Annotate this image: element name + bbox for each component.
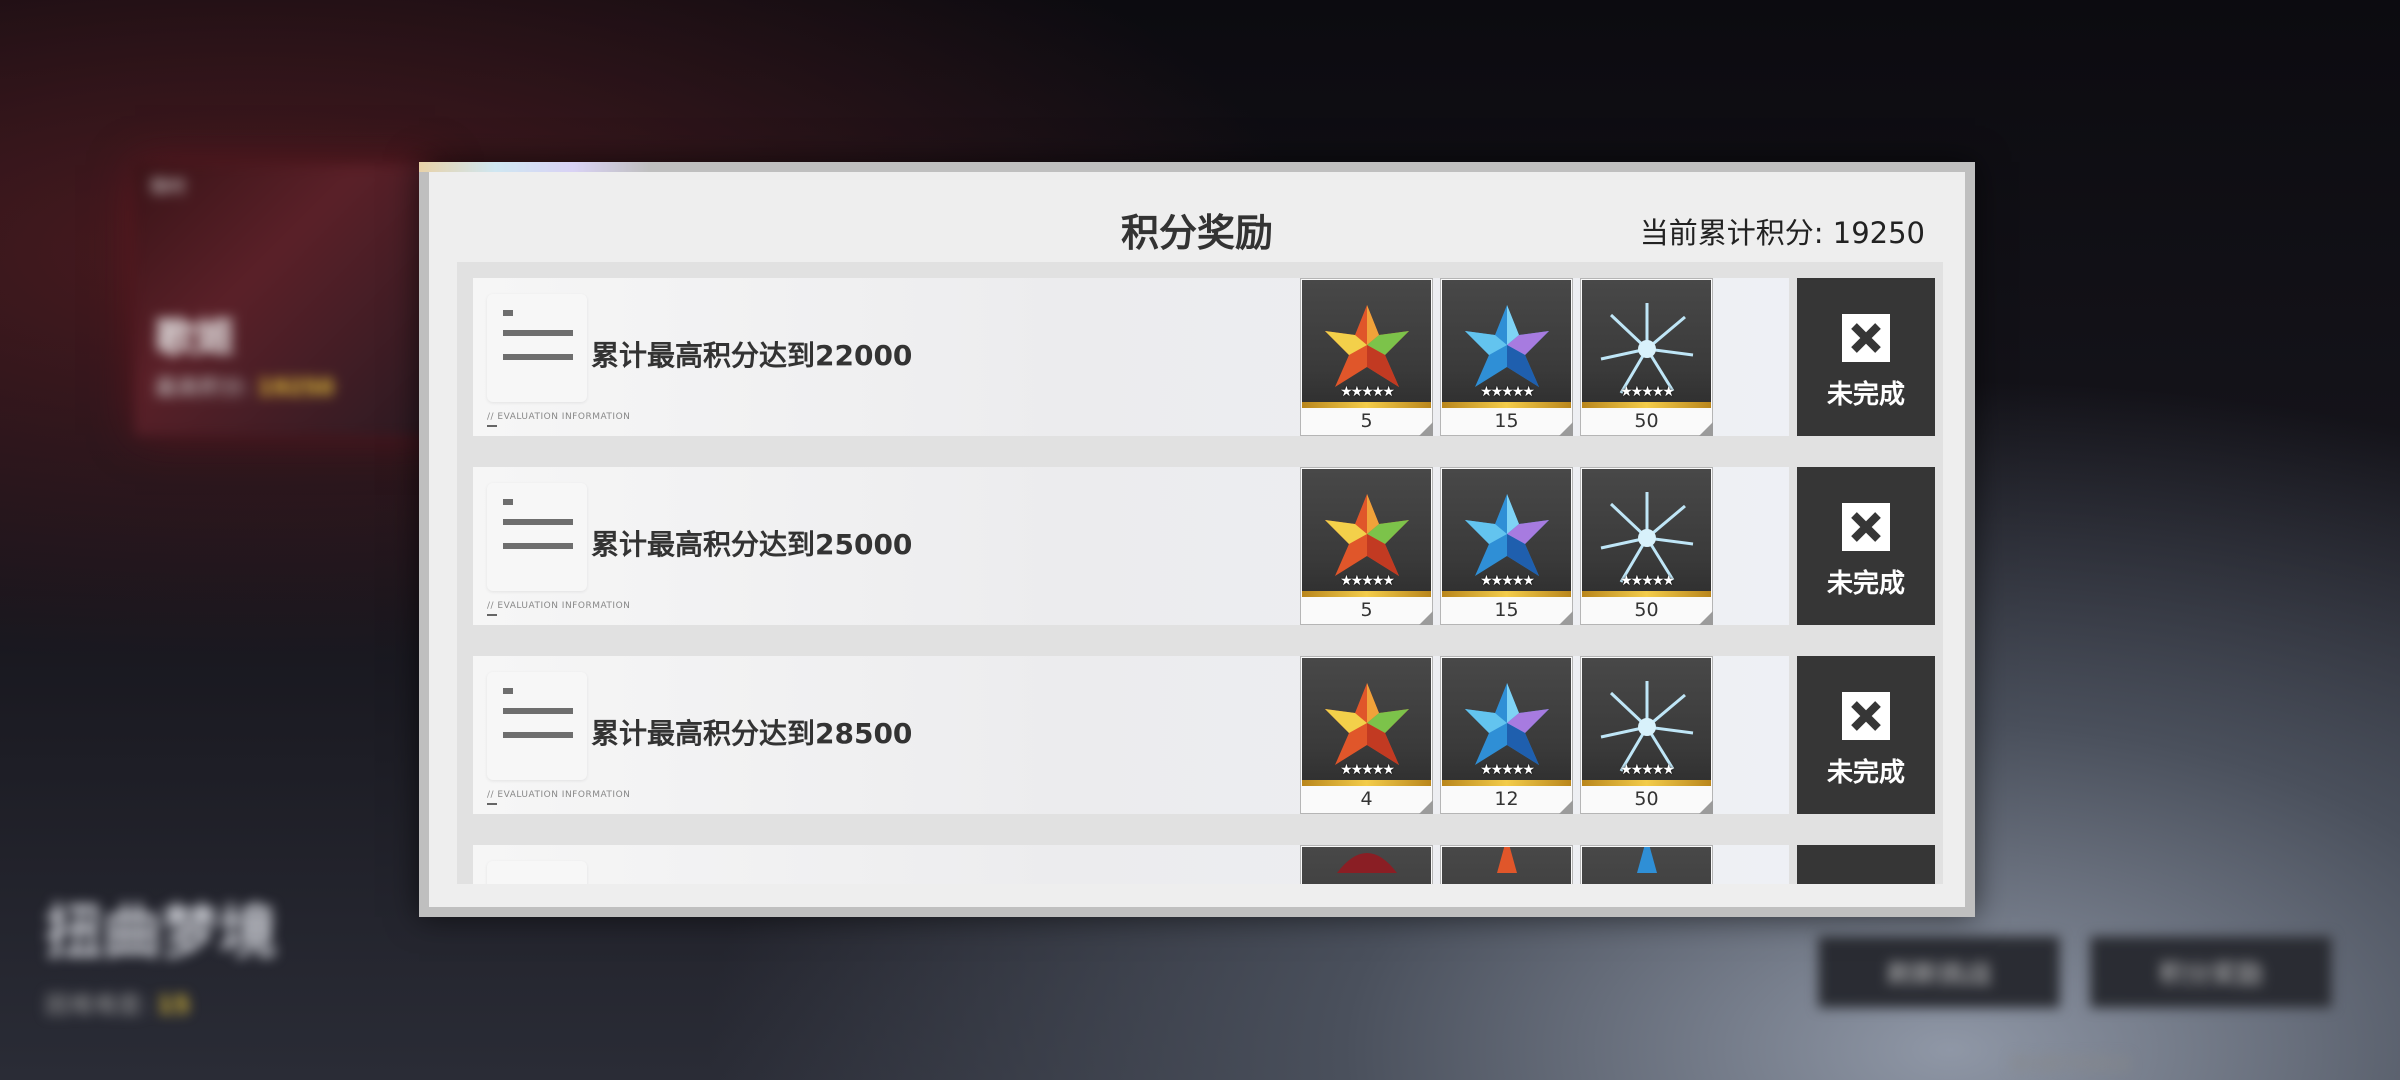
reward-count: 15 [1494, 410, 1519, 432]
background-refresh-button: 刷新挑战 [1818, 936, 2060, 1008]
status-incomplete-button[interactable] [1797, 845, 1935, 884]
document-icon [487, 294, 587, 402]
reward-art: ★★★★★ [1302, 469, 1431, 597]
status-incomplete-button[interactable]: 未完成 [1797, 467, 1935, 625]
reward-row: // EVALUATION INFORMATION 累计最高积分达到22000 [473, 278, 1935, 436]
star-rating: ★★★★★ [1480, 384, 1535, 400]
background-note: 按A键开始挑战 [2010, 1054, 2131, 1075]
star-rating: ★★★★★ [1340, 762, 1395, 778]
close-icon [1842, 503, 1890, 551]
reward-item[interactable] [1580, 845, 1713, 884]
dialog-corner-glow [419, 162, 649, 172]
red-item-icon [1336, 852, 1397, 873]
reward-row-card: // EVALUATION INFORMATION 累计最高积分达到28500 [473, 656, 1789, 814]
evaluation-info-label: // EVALUATION INFORMATION [487, 412, 631, 427]
star-rating: ★★★★★ [1340, 573, 1395, 589]
evaluation-info-label: // EVALUATION INFORMATION [487, 601, 631, 616]
reward-item[interactable]: ★★★★★ 15 [1440, 467, 1573, 625]
reward-count: 12 [1494, 788, 1519, 810]
reward-art: ★★★★★ [1442, 280, 1571, 408]
background-card-score: 最高积分: 19250 [155, 370, 334, 402]
background-card-name: 歌姬 [155, 315, 235, 361]
reward-item[interactable]: ★★★★★ 12 [1440, 656, 1573, 814]
reward-item[interactable] [1300, 845, 1433, 884]
status-incomplete-button[interactable]: 未完成 [1797, 278, 1935, 436]
dialog-body: 积分奖励 当前累计积分: 19250 // EVALUATION INFORMA… [429, 172, 1965, 907]
reward-art: ★★★★★ [1442, 658, 1571, 786]
status-label: 未完成 [1826, 758, 1905, 788]
rainbow-crystal-icon [1324, 683, 1409, 766]
document-icon [487, 861, 587, 884]
reward-item[interactable]: ★★★★★ 50 [1580, 278, 1713, 436]
blue-crystal-icon [1636, 847, 1657, 873]
status-label: 未完成 [1826, 569, 1905, 599]
reward-condition-text: 累计最高积分达到22000 [591, 339, 913, 372]
background-stage-title: 扭曲梦境 [45, 898, 278, 966]
background-card-tag: 限时 [150, 177, 186, 198]
reward-count: 15 [1494, 599, 1519, 621]
document-icon [487, 483, 587, 591]
close-icon [1842, 314, 1890, 362]
score-reward-dialog: 积分奖励 当前累计积分: 19250 // EVALUATION INFORMA… [419, 162, 1975, 917]
rainbow-crystal-icon [1324, 494, 1409, 577]
reward-row [473, 845, 1935, 884]
reward-art [1582, 847, 1711, 884]
reward-item[interactable]: ★★★★★ 5 [1300, 467, 1433, 625]
star-rating: ★★★★★ [1620, 762, 1675, 778]
reward-row-card: // EVALUATION INFORMATION 累计最高积分达到22000 [473, 278, 1789, 436]
blue-crystal-icon [1464, 494, 1549, 577]
reward-count: 5 [1360, 410, 1373, 432]
reward-count: 50 [1634, 788, 1659, 810]
reward-art [1302, 847, 1431, 884]
reward-art: ★★★★★ [1302, 658, 1431, 786]
status-label: 未完成 [1826, 380, 1905, 410]
reward-item[interactable]: ★★★★★ 5 [1300, 278, 1433, 436]
reward-item[interactable]: ★★★★★ 15 [1440, 278, 1573, 436]
reward-row: // EVALUATION INFORMATION 累计最高积分达到28500 [473, 656, 1935, 814]
star-rating: ★★★★★ [1340, 384, 1395, 400]
star-rating: ★★★★★ [1480, 573, 1535, 589]
background-stage-sub-value: 15 [156, 991, 191, 1019]
star-rating: ★★★★★ [1620, 384, 1675, 400]
reward-item[interactable]: ★★★★★ 4 [1300, 656, 1433, 814]
reward-art: ★★★★★ [1442, 469, 1571, 597]
current-score-label: 当前累计积分: 19250 [1639, 216, 1925, 250]
reward-row-card [473, 845, 1789, 884]
evaluation-info-label: // EVALUATION INFORMATION [487, 790, 631, 805]
document-icon [487, 672, 587, 780]
reward-art: ★★★★★ [1582, 280, 1711, 408]
star-rating: ★★★★★ [1480, 762, 1535, 778]
reward-condition-text: 累计最高积分达到25000 [591, 528, 913, 561]
reward-item[interactable] [1440, 845, 1573, 884]
reward-art: ★★★★★ [1302, 280, 1431, 408]
star-rating: ★★★★★ [1620, 573, 1675, 589]
background-card-score-label: 最高积分: [155, 376, 251, 401]
reward-art: ★★★★★ [1582, 469, 1711, 597]
background-stage-sub-label: 困难难度: [45, 991, 150, 1019]
reward-count: 50 [1634, 599, 1659, 621]
status-incomplete-button[interactable]: 未完成 [1797, 656, 1935, 814]
reward-count: 5 [1360, 599, 1373, 621]
reward-art: ★★★★★ [1582, 658, 1711, 786]
rainbow-crystal-icon [1496, 847, 1517, 873]
reward-row-card: // EVALUATION INFORMATION 累计最高积分达到25000 [473, 467, 1789, 625]
rainbow-crystal-icon [1324, 305, 1409, 388]
reward-item[interactable]: ★★★★★ 50 [1580, 467, 1713, 625]
reward-row: // EVALUATION INFORMATION 累计最高积分达到25000 [473, 467, 1935, 625]
reward-count: 50 [1634, 410, 1659, 432]
background-character-card: 限时 歌姬 最高积分: 19250 [135, 165, 435, 435]
reward-condition-text: 累计最高积分达到28500 [591, 717, 913, 750]
background-card-score-value: 19250 [257, 376, 334, 401]
blue-crystal-icon [1464, 305, 1549, 388]
background-stage-subtitle: 困难难度: 15 [45, 985, 190, 1020]
background-reward-button: 积分奖励 [2090, 936, 2332, 1008]
reward-list[interactable]: // EVALUATION INFORMATION 累计最高积分达到22000 [457, 262, 1943, 884]
close-icon [1842, 692, 1890, 740]
reward-count: 4 [1360, 788, 1373, 810]
reward-art [1442, 847, 1571, 884]
blue-crystal-icon [1464, 683, 1549, 766]
reward-item[interactable]: ★★★★★ 50 [1580, 656, 1713, 814]
